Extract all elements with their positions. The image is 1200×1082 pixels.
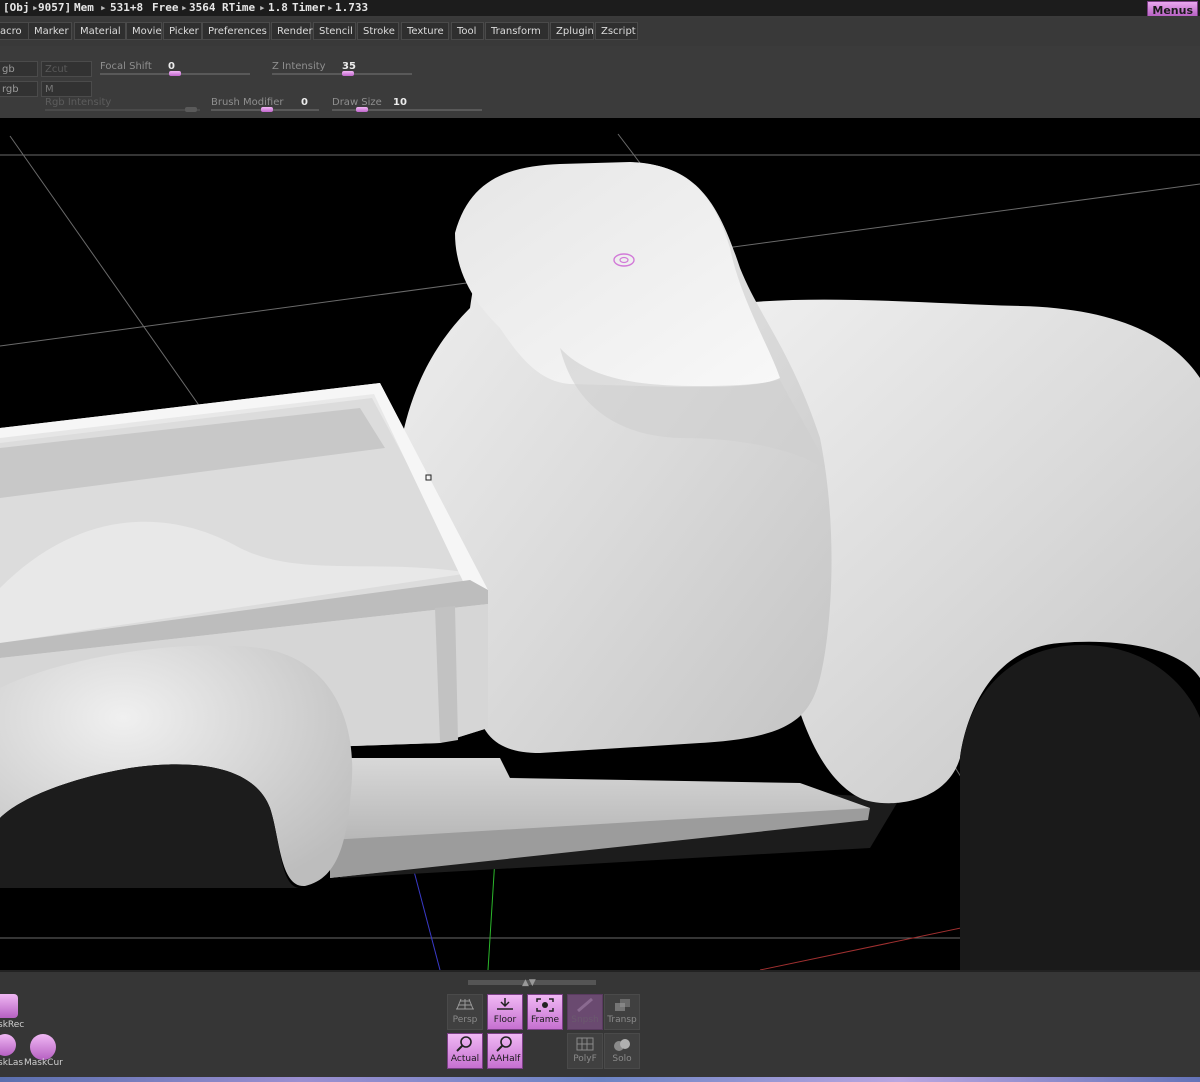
timer-value: 1.733 xyxy=(335,1,369,14)
brush-modifier-value: 0 xyxy=(301,97,308,108)
magnifier-icon xyxy=(496,1036,512,1052)
bottom-tray: ▲▼ skRec skLas MaskCur Persp Floor Frame… xyxy=(0,970,1200,1082)
aahalf-button[interactable]: AAHalf xyxy=(487,1033,523,1069)
arrow-right-icon: ▸ xyxy=(327,1,334,14)
m-toggle[interactable]: M xyxy=(41,81,92,97)
aahalf-label: AAHalf xyxy=(489,1054,521,1064)
actual-button[interactable]: Actual xyxy=(447,1033,483,1069)
focal-shift-thumb[interactable] xyxy=(169,71,181,76)
arrow-right-icon: ▸ xyxy=(181,1,188,14)
mask-rec-label: skRec xyxy=(0,1020,25,1030)
rgb-intensity-thumb[interactable] xyxy=(185,107,197,112)
z-intensity-label: Z Intensity xyxy=(272,61,326,72)
mask-rect-icon xyxy=(0,994,18,1018)
menu-zplugin[interactable]: Zplugin xyxy=(550,22,594,40)
menu-preferences[interactable]: Preferences xyxy=(202,22,270,40)
persp-button[interactable]: Persp xyxy=(447,994,483,1030)
solo-spheres-icon xyxy=(614,1039,630,1051)
rgb-intensity-slider[interactable]: Rgb Intensity xyxy=(45,97,200,115)
mask-curve-icon xyxy=(30,1034,56,1060)
brush-modifier-thumb[interactable] xyxy=(261,107,273,112)
scene-render xyxy=(0,133,1200,970)
menu-bar: acro Marker Material Movie Picker Prefer… xyxy=(0,18,1200,46)
menu-picker[interactable]: Picker xyxy=(163,22,202,40)
collapse-arrows-icon[interactable]: ▲▼ xyxy=(522,978,536,988)
menu-render[interactable]: Render xyxy=(271,22,313,40)
menu-transform[interactable]: Transform xyxy=(485,22,549,40)
transp-button[interactable]: Transp xyxy=(604,994,640,1030)
rtime-value: 1.8 xyxy=(268,1,288,14)
draw-size-slider[interactable]: Draw Size 10 xyxy=(332,97,482,115)
mem-value: 531+8 xyxy=(110,1,144,14)
frame-button[interactable]: Frame xyxy=(527,994,563,1030)
obj-value: 9057] xyxy=(38,1,72,14)
arrow-right-icon: ▸ xyxy=(100,1,107,14)
top-shelf: gb Zcut rgb M Focal Shift 0 Z Intensity … xyxy=(0,46,1200,118)
axis-y xyxy=(487,857,496,970)
mem-label: Mem xyxy=(74,1,94,14)
menu-tool[interactable]: Tool xyxy=(451,22,484,40)
mrgb-toggle[interactable]: rgb xyxy=(0,81,38,97)
zcut-toggle[interactable]: Zcut xyxy=(41,61,92,77)
solo-button[interactable]: Solo xyxy=(604,1033,640,1069)
timer-label: Timer xyxy=(292,1,326,14)
frame-icon xyxy=(536,998,554,1012)
transp-label: Transp xyxy=(607,1015,637,1025)
status-bar: [Obj ▸ 9057] Mem ▸ 531+8 Free ▸ 3564 RTi… xyxy=(0,0,1200,16)
rgb-toggle[interactable]: gb xyxy=(0,61,38,77)
obj-label: [Obj xyxy=(3,1,30,14)
z-intensity-slider[interactable]: Z Intensity 35 xyxy=(272,61,412,79)
menu-texture[interactable]: Texture xyxy=(401,22,449,40)
polyframe-grid-icon xyxy=(576,1037,594,1051)
menu-zscript[interactable]: Zscript xyxy=(595,22,638,40)
rgb-intensity-track xyxy=(45,109,200,111)
magnifier-icon xyxy=(456,1036,472,1052)
menu-movie[interactable]: Movie xyxy=(126,22,162,40)
transp-icon xyxy=(615,999,630,1011)
mask-las-label: skLas xyxy=(0,1058,24,1068)
draw-size-thumb[interactable] xyxy=(356,107,368,112)
solo-label: Solo xyxy=(612,1054,632,1064)
menu-marker[interactable]: Marker xyxy=(28,22,72,40)
focal-shift-slider[interactable]: Focal Shift 0 xyxy=(100,61,250,79)
menu-material[interactable]: Material xyxy=(74,22,126,40)
rtime-label: RTime xyxy=(222,1,256,14)
brush-modifier-label: Brush Modifier xyxy=(211,97,284,108)
mask-cur-label: MaskCur xyxy=(24,1058,63,1068)
arrow-right-icon: ▸ xyxy=(259,1,266,14)
menu-stencil[interactable]: Stencil xyxy=(313,22,356,40)
menus-button[interactable]: Menus xyxy=(1147,1,1198,16)
free-value: 3564 xyxy=(189,1,216,14)
floor-button[interactable]: Floor xyxy=(487,994,523,1030)
menu-stroke[interactable]: Stroke xyxy=(357,22,399,40)
draw-size-track xyxy=(332,109,482,111)
canvas-viewport[interactable] xyxy=(0,118,1200,970)
draw-size-value: 10 xyxy=(393,97,407,108)
snapshot-icon xyxy=(577,997,593,1013)
focal-shift-label: Focal Shift xyxy=(100,61,152,72)
free-label: Free xyxy=(152,1,179,14)
persp-grid-icon xyxy=(456,998,474,1010)
mask-lasso-icon xyxy=(0,1034,16,1056)
floor-icon xyxy=(497,998,513,1010)
rgb-intensity-label: Rgb Intensity xyxy=(45,97,112,108)
brush-modifier-slider[interactable]: Brush Modifier 0 xyxy=(211,97,319,115)
z-intensity-thumb[interactable] xyxy=(342,71,354,76)
